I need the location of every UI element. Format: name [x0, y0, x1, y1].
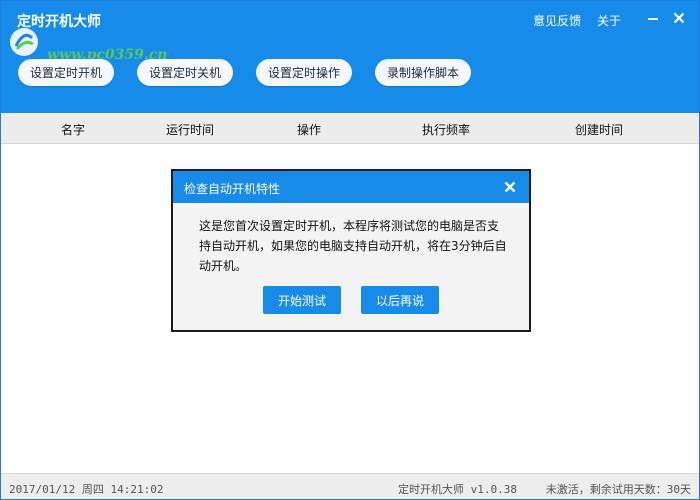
column-header-run-time[interactable]: 运行时间	[166, 121, 214, 138]
status-datetime: 2017/01/12 周四 14:21:02	[9, 483, 164, 496]
set-timed-boot-button[interactable]: 设置定时开机	[18, 59, 115, 86]
about-link[interactable]: 关于	[597, 14, 621, 28]
dialog-title: 检查自动开机特性	[184, 182, 281, 196]
column-header-frequency[interactable]: 执行频率	[422, 121, 470, 138]
table-header: 名字 运行时间 操作 执行频率 创建时间	[1, 113, 699, 144]
minimize-icon	[648, 18, 658, 20]
dialog-message: 这是您首次设置定时开机，本程序将测试您的电脑是否支持自动开机，如果您的电脑支持自…	[199, 219, 507, 273]
check-auto-boot-dialog: 检查自动开机特性 这是您首次设置定时开机，本程序将测试您的电脑是否支持自动开机，…	[171, 169, 531, 332]
status-license: 未激活，剩余试用天数：30天	[545, 483, 691, 496]
top-links: 意见反馈 关于	[521, 12, 621, 29]
status-version: 定时开机大师 v1.0.38	[398, 483, 517, 496]
dialog-titlebar: 检查自动开机特性	[173, 171, 529, 203]
app-logo-icon	[10, 28, 38, 56]
toolbar: 设置定时开机 设置定时关机 设置定时操作 录制操作脚本	[18, 59, 494, 86]
record-script-button[interactable]: 录制操作脚本	[375, 59, 472, 86]
app-header: 定时开机大师 www.pc0359.cn 意见反馈 关于 设置定时开机 设置定时…	[1, 1, 699, 113]
column-header-created-time[interactable]: 创建时间	[575, 121, 623, 138]
status-bar: 2017/01/12 周四 14:21:02 定时开机大师 v1.0.38 未激…	[1, 473, 699, 499]
close-icon	[504, 181, 516, 193]
later-button[interactable]: 以后再说	[361, 286, 439, 314]
close-icon	[673, 12, 685, 24]
column-header-operation[interactable]: 操作	[297, 121, 321, 138]
set-timed-operation-button[interactable]: 设置定时操作	[256, 59, 353, 86]
window-close-button[interactable]	[667, 7, 691, 29]
feedback-link[interactable]: 意见反馈	[533, 14, 581, 28]
start-test-button[interactable]: 开始测试	[263, 286, 341, 314]
minimize-button[interactable]	[641, 7, 665, 29]
column-header-name[interactable]: 名字	[61, 121, 85, 138]
set-timed-shutdown-button[interactable]: 设置定时关机	[137, 59, 234, 86]
dialog-close-button[interactable]	[501, 178, 519, 196]
main-window: 定时开机大师 www.pc0359.cn 意见反馈 关于 设置定时开机 设置定时…	[0, 0, 700, 500]
